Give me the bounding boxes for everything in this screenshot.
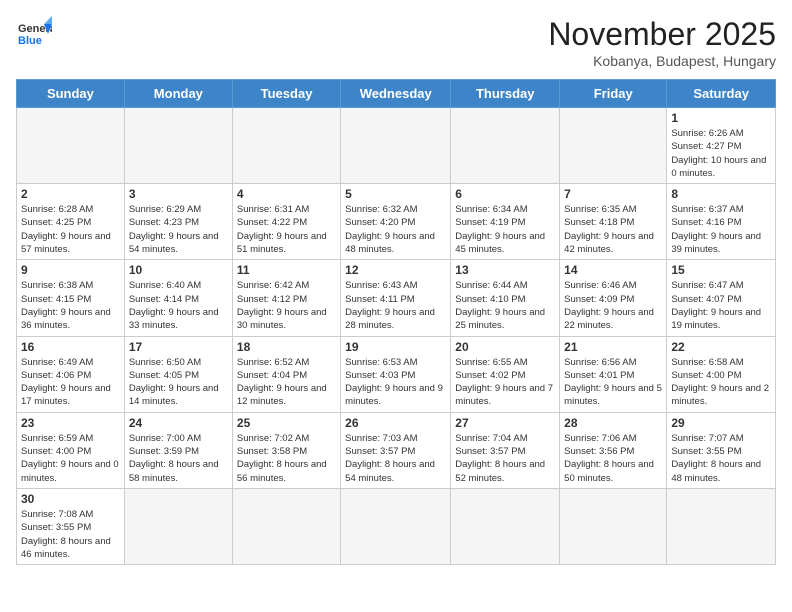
header-tuesday: Tuesday: [232, 80, 340, 108]
day-empty-4: [341, 108, 451, 184]
day-25: 25 Sunrise: 7:02 AMSunset: 3:58 PMDaylig…: [232, 412, 340, 488]
day-12: 12 Sunrise: 6:43 AMSunset: 4:11 PMDaylig…: [341, 260, 451, 336]
calendar-row-5: 23 Sunrise: 6:59 AMSunset: 4:00 PMDaylig…: [17, 412, 776, 488]
day-10: 10 Sunrise: 6:40 AMSunset: 4:14 PMDaylig…: [124, 260, 232, 336]
weekday-header-row: Sunday Monday Tuesday Wednesday Thursday…: [17, 80, 776, 108]
month-title: November 2025: [548, 16, 776, 53]
header: General Blue November 2025 Kobanya, Buda…: [16, 16, 776, 69]
location-title: Kobanya, Budapest, Hungary: [548, 53, 776, 69]
day-6: 6 Sunrise: 6:34 AMSunset: 4:19 PMDayligh…: [451, 184, 560, 260]
calendar-row-3: 9 Sunrise: 6:38 AMSunset: 4:15 PMDayligh…: [17, 260, 776, 336]
header-friday: Friday: [560, 80, 667, 108]
day-22: 22 Sunrise: 6:58 AMSunset: 4:00 PMDaylig…: [667, 336, 776, 412]
calendar: Sunday Monday Tuesday Wednesday Thursday…: [16, 79, 776, 565]
calendar-row-6: 30 Sunrise: 7:08 AMSunset: 3:55 PMDaylig…: [17, 488, 776, 564]
header-wednesday: Wednesday: [341, 80, 451, 108]
header-sunday: Sunday: [17, 80, 125, 108]
day-27: 27 Sunrise: 7:04 AMSunset: 3:57 PMDaylig…: [451, 412, 560, 488]
day-5: 5 Sunrise: 6:32 AMSunset: 4:20 PMDayligh…: [341, 184, 451, 260]
day-empty-9: [341, 488, 451, 564]
day-empty-1: [17, 108, 125, 184]
day-3: 3 Sunrise: 6:29 AMSunset: 4:23 PMDayligh…: [124, 184, 232, 260]
day-23: 23 Sunrise: 6:59 AMSunset: 4:00 PMDaylig…: [17, 412, 125, 488]
header-monday: Monday: [124, 80, 232, 108]
day-24: 24 Sunrise: 7:00 AMSunset: 3:59 PMDaylig…: [124, 412, 232, 488]
day-9: 9 Sunrise: 6:38 AMSunset: 4:15 PMDayligh…: [17, 260, 125, 336]
day-16: 16 Sunrise: 6:49 AMSunset: 4:06 PMDaylig…: [17, 336, 125, 412]
day-18: 18 Sunrise: 6:52 AMSunset: 4:04 PMDaylig…: [232, 336, 340, 412]
day-empty-2: [124, 108, 232, 184]
day-14: 14 Sunrise: 6:46 AMSunset: 4:09 PMDaylig…: [560, 260, 667, 336]
day-empty-5: [451, 108, 560, 184]
day-26: 26 Sunrise: 7:03 AMSunset: 3:57 PMDaylig…: [341, 412, 451, 488]
day-7: 7 Sunrise: 6:35 AMSunset: 4:18 PMDayligh…: [560, 184, 667, 260]
day-8: 8 Sunrise: 6:37 AMSunset: 4:16 PMDayligh…: [667, 184, 776, 260]
day-21: 21 Sunrise: 6:56 AMSunset: 4:01 PMDaylig…: [560, 336, 667, 412]
day-29: 29 Sunrise: 7:07 AMSunset: 3:55 PMDaylig…: [667, 412, 776, 488]
logo: General Blue: [16, 16, 52, 52]
day-11: 11 Sunrise: 6:42 AMSunset: 4:12 PMDaylig…: [232, 260, 340, 336]
calendar-row-2: 2 Sunrise: 6:28 AMSunset: 4:25 PMDayligh…: [17, 184, 776, 260]
day-empty-6: [560, 108, 667, 184]
day-2: 2 Sunrise: 6:28 AMSunset: 4:25 PMDayligh…: [17, 184, 125, 260]
day-4: 4 Sunrise: 6:31 AMSunset: 4:22 PMDayligh…: [232, 184, 340, 260]
header-saturday: Saturday: [667, 80, 776, 108]
header-thursday: Thursday: [451, 80, 560, 108]
day-empty-10: [451, 488, 560, 564]
day-30: 30 Sunrise: 7:08 AMSunset: 3:55 PMDaylig…: [17, 488, 125, 564]
svg-text:Blue: Blue: [18, 35, 42, 47]
calendar-row-4: 16 Sunrise: 6:49 AMSunset: 4:06 PMDaylig…: [17, 336, 776, 412]
day-19: 19 Sunrise: 6:53 AMSunset: 4:03 PMDaylig…: [341, 336, 451, 412]
day-28: 28 Sunrise: 7:06 AMSunset: 3:56 PMDaylig…: [560, 412, 667, 488]
day-empty-8: [232, 488, 340, 564]
title-area: November 2025 Kobanya, Budapest, Hungary: [548, 16, 776, 69]
day-15: 15 Sunrise: 6:47 AMSunset: 4:07 PMDaylig…: [667, 260, 776, 336]
day-empty-12: [667, 488, 776, 564]
day-17: 17 Sunrise: 6:50 AMSunset: 4:05 PMDaylig…: [124, 336, 232, 412]
day-13: 13 Sunrise: 6:44 AMSunset: 4:10 PMDaylig…: [451, 260, 560, 336]
day-empty-3: [232, 108, 340, 184]
day-1: 1 Sunrise: 6:26 AMSunset: 4:27 PMDayligh…: [667, 108, 776, 184]
day-empty-7: [124, 488, 232, 564]
day-empty-11: [560, 488, 667, 564]
day-20: 20 Sunrise: 6:55 AMSunset: 4:02 PMDaylig…: [451, 336, 560, 412]
logo-icon: General Blue: [16, 16, 52, 52]
calendar-row-1: 1 Sunrise: 6:26 AMSunset: 4:27 PMDayligh…: [17, 108, 776, 184]
